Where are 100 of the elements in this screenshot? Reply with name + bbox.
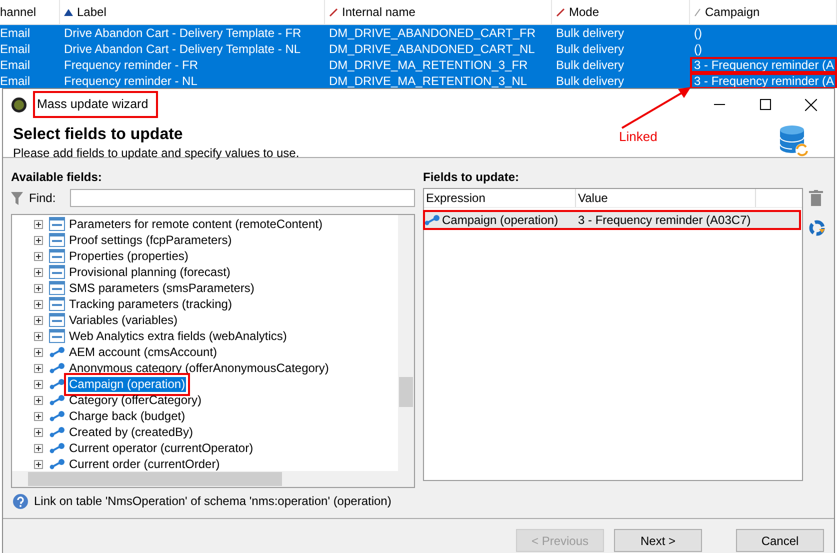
link-icon	[424, 214, 440, 226]
table-icon	[49, 249, 65, 263]
expand-icon[interactable]	[34, 412, 46, 420]
table-cell-text: Email	[0, 25, 32, 41]
column-header-label: Mode	[569, 5, 600, 19]
table-cell-text: DM_DRIVE_ABANDONED_CART_FR	[328, 25, 536, 41]
tree-item[interactable]: Parameters for remote content (remoteContent)	[68, 216, 324, 232]
tree-item[interactable]: AEM account (cmsAccount)	[68, 344, 218, 360]
column-header[interactable]: hannel	[0, 0, 60, 24]
help-icon	[13, 494, 28, 508]
tree-item[interactable]: Category (offerCategory)	[68, 392, 203, 408]
expand-icon[interactable]	[34, 428, 46, 436]
tree-item[interactable]: Web Analytics extra fields (webAnalytics)	[68, 328, 288, 344]
table-cell-text: Bulk delivery	[555, 73, 626, 88]
table-cell-text: DM_DRIVE_ABANDONED_CART_NL	[328, 41, 536, 57]
table-row[interactable]: Campaign (operation) 3 - Frequency reminder (A03C7)	[424, 211, 800, 229]
table-cell-text: Frequency reminder - FR	[63, 57, 200, 73]
expand-icon[interactable]	[34, 380, 46, 388]
table-icon	[49, 217, 65, 231]
pencil-icon	[556, 8, 565, 16]
find-field[interactable]	[70, 189, 415, 207]
tree-item[interactable]: Variables (variables)	[68, 312, 178, 328]
window-title: Mass update wizard	[33, 91, 158, 118]
table-cell: Campaign (operation)	[442, 213, 558, 227]
expand-icon[interactable]	[34, 284, 46, 292]
link-icon	[49, 394, 65, 406]
expand-icon[interactable]	[34, 220, 46, 228]
chart-filter-icon[interactable]	[809, 220, 825, 236]
column-header[interactable]: Value	[576, 189, 756, 207]
tree-item[interactable]: SMS parameters (smsParameters)	[68, 280, 256, 296]
horizontal-scrollbar[interactable]	[12, 471, 414, 487]
table-cell: 3 - Frequency reminder (A03C7)	[578, 213, 751, 227]
table-icon	[49, 265, 65, 279]
table-icon	[49, 313, 65, 327]
table-icon	[49, 297, 65, 311]
link-icon	[49, 378, 65, 390]
panel-label: Available fields:	[11, 170, 103, 184]
column-header[interactable]: Campaign	[690, 0, 837, 24]
expand-icon[interactable]	[34, 396, 46, 404]
vertical-scrollbar[interactable]	[398, 215, 414, 471]
table-cell-text: Bulk delivery	[555, 57, 626, 73]
table-row[interactable]: Email Drive Abandon Cart - Delivery Template - FR DM_DRIVE_ABANDONED_CART_FR Bulk delivery ()	[0, 25, 837, 41]
wizard-button[interactable]: Next >	[614, 529, 702, 552]
expand-icon[interactable]	[34, 332, 46, 340]
expand-icon[interactable]	[34, 364, 46, 372]
link-icon	[49, 458, 65, 470]
expand-icon[interactable]	[34, 236, 46, 244]
column-header[interactable]: Expression	[424, 189, 576, 207]
column-header-label: Campaign	[705, 5, 760, 19]
column-header-label: hannel	[0, 5, 36, 19]
expand-icon[interactable]	[34, 316, 46, 324]
tree-item[interactable]: Tracking parameters (tracking)	[68, 296, 233, 312]
table-cell-text: Bulk delivery	[555, 41, 626, 57]
annotation-arrow	[621, 87, 691, 129]
sort-ascending-icon	[64, 8, 73, 16]
tree-item[interactable]: Created by (createdBy)	[68, 424, 194, 440]
table-cell-text: Drive Abandon Cart - Delivery Template - NL	[63, 41, 302, 57]
pencil-icon	[329, 8, 338, 16]
info-text: Link on table 'NmsOperation' of schema 'nms:operation' (operation)	[34, 494, 392, 508]
tree-item[interactable]: Provisional planning (forecast)	[68, 264, 232, 280]
trash-icon[interactable]	[809, 190, 823, 206]
expand-icon[interactable]	[34, 252, 46, 260]
tree-item[interactable]: Current order (currentOrder)	[68, 456, 221, 471]
panel-label: Fields to update:	[423, 170, 520, 184]
table-row[interactable]: Email Frequency reminder - NL DM_DRIVE_MA_RETENTION_3_NL Bulk delivery 3 - Frequency reminder (A	[0, 73, 837, 88]
table-row[interactable]: Email Drive Abandon Cart - Delivery Template - NL DM_DRIVE_ABANDONED_CART_NL Bulk delivery ()	[0, 41, 837, 57]
tree-item[interactable]: Proof settings (fcpParameters)	[68, 232, 233, 248]
expand-icon[interactable]	[34, 444, 46, 452]
table-cell-text: ()	[693, 41, 703, 57]
table-cell-text: Frequency reminder - NL	[63, 73, 198, 88]
link-icon	[49, 346, 65, 358]
column-header[interactable]: Mode	[552, 0, 690, 24]
column-header-label: Internal name	[342, 5, 416, 19]
expand-icon[interactable]	[34, 268, 46, 276]
table-cell-text: ()	[693, 25, 703, 41]
link-icon	[49, 426, 65, 438]
table-cell-text: Bulk delivery	[555, 25, 626, 41]
tree-item[interactable]: Charge back (budget)	[68, 408, 186, 424]
link-icon	[49, 442, 65, 454]
column-header[interactable]: Internal name	[325, 0, 552, 24]
section-subtitle: Please add fields to update and specify values to use.	[13, 146, 300, 160]
section-heading: Select fields to update	[13, 126, 184, 144]
table-row[interactable]: Email Frequency reminder - FR DM_DRIVE_MA_RETENTION_3_FR Bulk delivery 3 - Frequency reminder (A	[0, 57, 837, 73]
expand-icon[interactable]	[34, 300, 46, 308]
table-cell-text: Drive Abandon Cart - Delivery Template - FR	[63, 25, 302, 41]
column-header[interactable]: Label	[60, 0, 325, 24]
tree-item[interactable]: Current operator (currentOperator)	[68, 440, 254, 456]
tree-item[interactable]: Campaign (operation)	[68, 376, 186, 392]
wizard-button[interactable]: Cancel	[736, 529, 824, 552]
tree-item[interactable]: Properties (properties)	[68, 248, 190, 264]
column-header-label: Label	[77, 5, 106, 19]
pencil-icon	[694, 8, 701, 16]
link-icon	[49, 362, 65, 374]
table-cell-text: DM_DRIVE_MA_RETENTION_3_FR	[328, 57, 529, 73]
table-cell: 3 - Frequency reminder (A	[690, 57, 837, 73]
expand-icon[interactable]	[34, 460, 46, 468]
filter-icon	[11, 192, 23, 204]
table-cell-text: DM_DRIVE_MA_RETENTION_3_NL	[328, 73, 528, 88]
app-icon	[11, 96, 27, 112]
expand-icon[interactable]	[34, 348, 46, 356]
